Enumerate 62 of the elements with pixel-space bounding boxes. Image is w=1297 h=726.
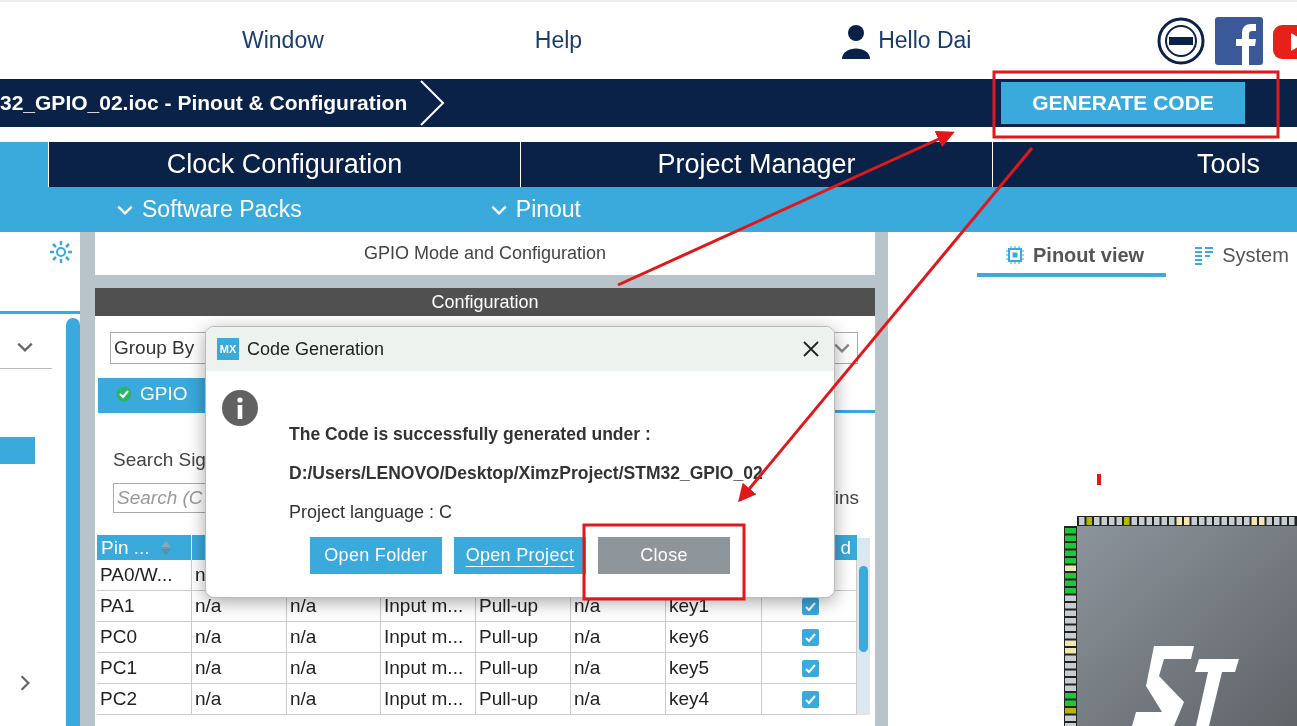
table-cell: n/a — [574, 595, 601, 617]
table-cell: PC1 — [100, 657, 137, 679]
info-icon — [222, 390, 258, 426]
table-cell: n/a — [290, 626, 317, 648]
project-language: Project language : C — [289, 502, 454, 523]
table-cell: n/a — [195, 657, 222, 679]
section-header: Configuration — [95, 288, 875, 316]
dialog-title: Code Generation — [247, 338, 385, 360]
settings-icon[interactable] — [49, 240, 73, 264]
menu-item[interactable]: Help — [534, 27, 583, 54]
scrollbar[interactable] — [66, 318, 80, 726]
anniversary-badge-icon[interactable] — [1157, 16, 1205, 65]
option-label: ins — [834, 487, 859, 509]
tab[interactable]: System — [1194, 240, 1297, 277]
table-cell: n — [195, 564, 206, 586]
table-cell: key5 — [669, 657, 710, 679]
table-cell: n/a — [195, 595, 222, 617]
table-cell: Pull-up — [479, 626, 539, 648]
checkbox[interactable] — [802, 690, 819, 708]
table-cell: key6 — [669, 626, 710, 648]
table-cell: Input m... — [384, 626, 464, 648]
scrollbar[interactable] — [859, 566, 868, 652]
chip-icon — [1005, 245, 1025, 265]
facebook-icon[interactable] — [1215, 16, 1263, 65]
list-icon — [1194, 245, 1215, 265]
table-cell: n/a — [195, 626, 222, 648]
close-icon[interactable] — [802, 340, 820, 358]
table-cell: Pull-up — [479, 657, 539, 679]
table-cell: n/a — [574, 657, 601, 679]
checkbox[interactable] — [802, 628, 819, 646]
table-cell: n/a — [195, 688, 222, 710]
table-cell: key4 — [669, 688, 710, 710]
table-cell: Input m... — [384, 688, 464, 710]
table-cell: n/a — [574, 688, 601, 710]
check-circle-icon — [116, 386, 132, 402]
sort-icon[interactable] — [159, 539, 172, 556]
search-label: Search Sig — [113, 449, 207, 471]
user-name[interactable]: Hello Dai — [878, 27, 972, 54]
table-cell: n/a — [290, 595, 317, 617]
table-cell: key1 — [669, 595, 710, 617]
tab[interactable]: Pinout view — [977, 240, 1167, 277]
output-path: D:/Users/LENOVO/Desktop/XimzProject/STM32_GPIO_02 — [289, 463, 764, 484]
panel-title: GPIO Mode and Configuration — [95, 232, 875, 275]
table-cell: PA0/W... — [100, 564, 173, 586]
table-cell: n/a — [290, 657, 317, 679]
table-cell: n/a — [290, 688, 317, 710]
table-cell: Input m... — [384, 595, 464, 617]
breadcrumb-title[interactable]: 32_GPIO_02.ioc - Pinout & Configuration — [0, 91, 408, 115]
chip-drawing[interactable] — [1064, 516, 1297, 726]
table-cell: n/a — [574, 626, 601, 648]
table-cell: PC0 — [100, 626, 137, 648]
app-logo-icon: MX — [217, 338, 239, 360]
table-cell: PA1 — [100, 595, 135, 617]
user-icon — [840, 22, 873, 59]
table-cell: Input m... — [384, 657, 464, 679]
menu-item[interactable]: Window — [242, 27, 324, 54]
success-message: The Code is successfully generated under : — [289, 424, 652, 445]
table-cell: Pull-up — [479, 688, 539, 710]
annotation-mark — [1097, 474, 1101, 485]
table-cell: Pull-up — [479, 595, 539, 617]
checkbox[interactable] — [802, 659, 819, 677]
table-cell: PC2 — [100, 688, 137, 710]
